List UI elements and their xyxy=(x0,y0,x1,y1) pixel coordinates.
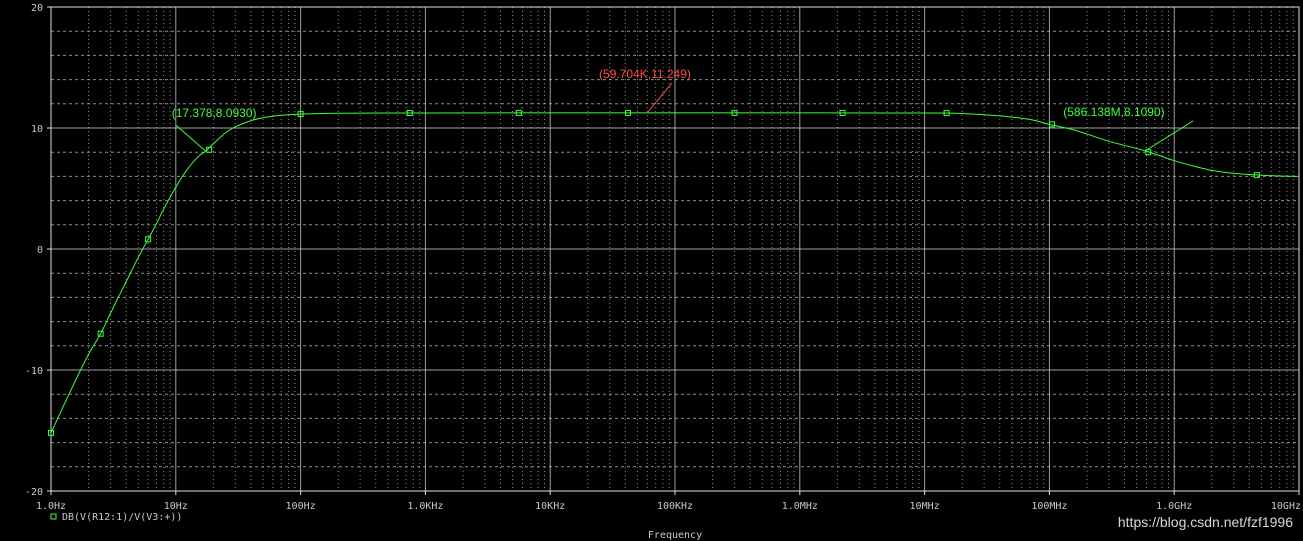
x-tick-label: 1.0MHz xyxy=(782,501,818,512)
y-tick-label: 0 xyxy=(37,245,43,256)
legend-marker xyxy=(50,513,57,520)
y-tick-label: 20 xyxy=(31,3,43,14)
legend-label: DB(V(R12:1)/V(V3:+)) xyxy=(62,512,182,523)
bode-plot: 1.0Hz 10Hz 100Hz 1.0KHz 10KHz 100KHz 1.0MHz 10M… xyxy=(25,3,1301,541)
annotation-label: (17.378,8.0930) xyxy=(172,106,257,120)
x-tick-label: 10MHz xyxy=(910,501,940,512)
x-tick-label: 10KHz xyxy=(535,501,565,512)
y-tick-label: -20 xyxy=(25,487,43,498)
annotation-leader xyxy=(175,124,207,152)
y-tick-label: 10 xyxy=(31,124,43,135)
x-tick-label: 1.0KHz xyxy=(407,501,443,512)
annotations: (17.378,8.0930) (59.704K,11.249) (586.138M… xyxy=(172,67,1194,152)
annotation-label: (59.704K,11.249) xyxy=(599,67,691,81)
probe-plot-window: 1.0Hz 10Hz 100Hz 1.0KHz 10KHz 100KHz 1.0MHz 10M… xyxy=(0,0,1303,541)
annotation-label: (586.138M,8.1090) xyxy=(1063,105,1164,119)
legend: DB(V(R12:1)/V(V3:+)) xyxy=(50,512,182,523)
x-tick-label: 100MHz xyxy=(1031,501,1067,512)
x-tick-label: 10Hz xyxy=(164,501,188,512)
watermark: https://blog.csdn.net/fzf1996 xyxy=(1117,514,1293,530)
x-tick-label: 100Hz xyxy=(286,501,316,512)
annotation-leader xyxy=(646,82,673,114)
y-tick-label: -10 xyxy=(25,366,43,377)
x-tick-label: 100KHz xyxy=(657,501,693,512)
annotation-leader xyxy=(1144,120,1194,152)
x-axis-title: Frequency xyxy=(648,530,702,541)
x-tick-label: 1.0GHz xyxy=(1156,501,1192,512)
trace xyxy=(48,109,1300,436)
x-tick-label: 1.0Hz xyxy=(36,501,66,512)
x-tick-label: 10GHz xyxy=(1271,501,1301,512)
